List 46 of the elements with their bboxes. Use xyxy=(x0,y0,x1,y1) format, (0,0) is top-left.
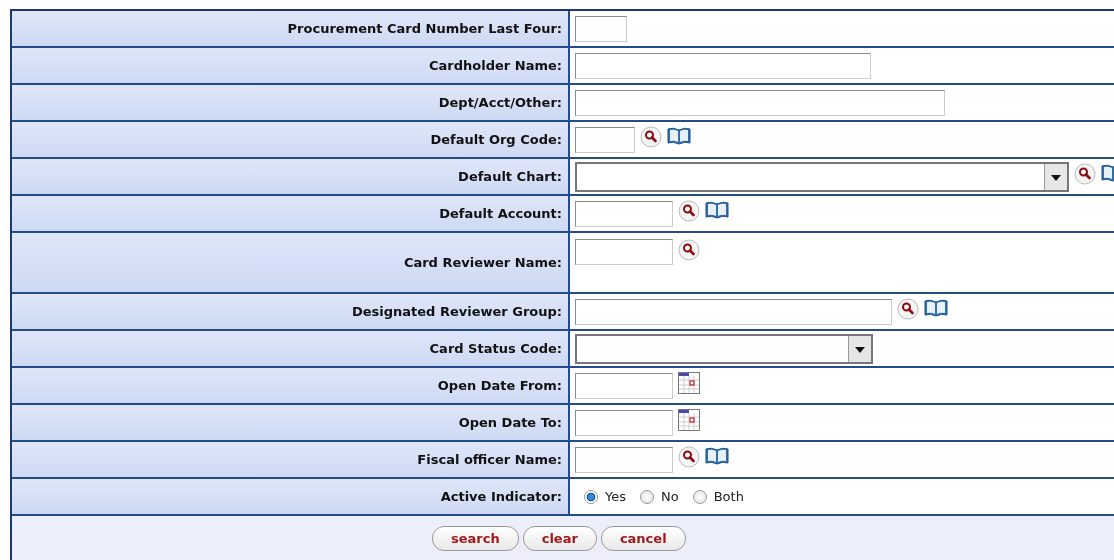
radio-button[interactable] xyxy=(640,489,654,504)
form-button[interactable]: cancel xyxy=(600,525,686,551)
search-icon[interactable] xyxy=(1074,163,1096,185)
text-field[interactable] xyxy=(575,239,673,265)
book-icon[interactable] xyxy=(924,298,948,318)
search-icon[interactable] xyxy=(678,239,700,261)
field-label: Default Chart: xyxy=(12,159,570,194)
field-label: Fiscal officer Name: xyxy=(12,442,570,477)
field-label: Designated Reviewer Group: xyxy=(12,294,570,329)
radio-label[interactable]: Yes xyxy=(605,489,626,504)
form-button[interactable]: clear xyxy=(522,525,597,551)
field-label: Default Org Code: xyxy=(12,122,570,157)
text-field[interactable] xyxy=(575,372,673,399)
calendar-icon[interactable] xyxy=(678,409,700,431)
dropdown[interactable] xyxy=(575,161,1069,192)
text-field[interactable] xyxy=(575,15,627,42)
radio-label[interactable]: No xyxy=(661,489,679,504)
text-field[interactable] xyxy=(575,52,871,79)
text-field[interactable] xyxy=(575,126,635,153)
text-field[interactable] xyxy=(575,409,673,436)
text-field[interactable] xyxy=(575,89,945,116)
field-label: Dept/Acct/Other: xyxy=(12,85,570,120)
field-label: Card Status Code: xyxy=(12,331,570,366)
text-field[interactable] xyxy=(575,200,673,227)
field-label: Procurement Card Number Last Four: xyxy=(12,11,570,46)
search-icon[interactable] xyxy=(640,126,662,148)
radio-button[interactable] xyxy=(692,489,707,504)
field-label: Open Date From: xyxy=(12,368,570,403)
field-label: Default Account: xyxy=(12,196,570,231)
book-icon[interactable] xyxy=(705,200,729,220)
text-field[interactable] xyxy=(575,298,892,325)
book-icon[interactable] xyxy=(705,446,729,466)
calendar-icon[interactable] xyxy=(678,372,700,394)
book-icon[interactable] xyxy=(667,126,691,146)
form-button[interactable]: search xyxy=(432,525,519,551)
search-icon[interactable] xyxy=(678,200,700,222)
field-label: Card Reviewer Name: xyxy=(12,233,570,292)
search-icon[interactable] xyxy=(897,298,919,320)
text-field[interactable] xyxy=(575,446,673,473)
dropdown[interactable] xyxy=(575,333,873,364)
field-label: Open Date To: xyxy=(12,405,570,440)
field-label: Active Indicator: xyxy=(12,479,570,514)
search-icon[interactable] xyxy=(678,446,700,468)
radio-label[interactable]: Both xyxy=(713,489,744,504)
radio-button[interactable] xyxy=(584,489,598,504)
field-label: Cardholder Name: xyxy=(12,48,570,83)
